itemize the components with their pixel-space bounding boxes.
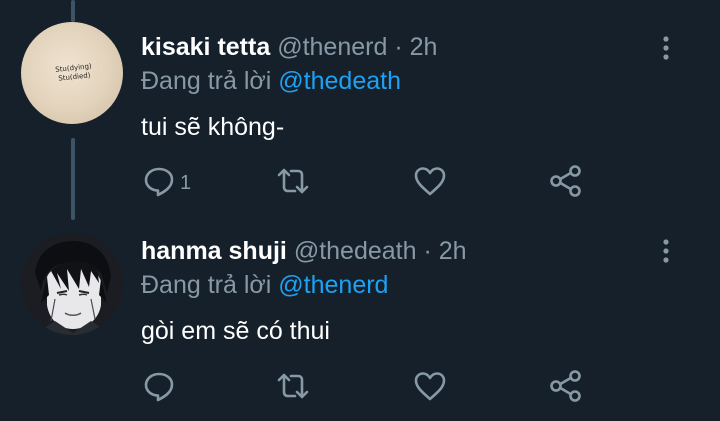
share-icon xyxy=(550,370,581,402)
separator: · xyxy=(394,33,403,61)
tweet[interactable]: Stu(dying) Stu(died) kisaki tetta @thene… xyxy=(0,0,720,215)
tweet-text: tui sẽ không- xyxy=(141,113,285,141)
replying-to: Đang trả lời @thenerd xyxy=(141,270,388,300)
retweet-icon xyxy=(277,373,309,399)
share-button[interactable] xyxy=(548,368,584,404)
like-icon xyxy=(414,372,446,401)
avatar-shirt-text: Stu(dying) Stu(died) xyxy=(50,62,98,85)
reply-icon xyxy=(144,167,174,197)
avatar[interactable]: Stu(dying) Stu(died) xyxy=(21,22,123,124)
avatar[interactable] xyxy=(21,233,123,335)
reply-count: 1 xyxy=(180,172,192,194)
tweet-header: hanma shuji @thedeath · 2h xyxy=(141,236,467,266)
handle[interactable]: @thedeath xyxy=(294,237,417,265)
separator: · xyxy=(423,237,432,265)
like-button[interactable] xyxy=(412,368,448,404)
retweet-button[interactable] xyxy=(275,163,311,199)
replying-to-label: Đang trả lời xyxy=(141,67,272,95)
retweet-icon xyxy=(277,168,309,194)
like-icon xyxy=(414,167,446,196)
reply-button[interactable] xyxy=(141,163,177,199)
handle[interactable]: @thenerd xyxy=(277,33,387,61)
more-button[interactable] xyxy=(656,238,676,264)
replying-to-label: Đang trả lời xyxy=(141,271,272,299)
tweet-text: gòi em sẽ có thui xyxy=(141,317,330,345)
mention-link[interactable]: @thedeath xyxy=(278,67,401,95)
tweet[interactable]: hanma shuji @thedeath · 2h Đang trả lời … xyxy=(0,215,720,421)
share-icon xyxy=(550,165,581,197)
avatar-illustration xyxy=(21,233,123,335)
replying-to: Đang trả lời @thedeath xyxy=(141,66,401,96)
share-button[interactable] xyxy=(548,163,584,199)
like-button[interactable] xyxy=(412,163,448,199)
reply-icon xyxy=(144,372,174,402)
timestamp[interactable]: 2h xyxy=(410,33,438,61)
timestamp[interactable]: 2h xyxy=(439,237,467,265)
display-name[interactable]: kisaki tetta xyxy=(141,33,270,61)
reply-button[interactable] xyxy=(141,368,177,404)
more-button[interactable] xyxy=(656,35,676,61)
tweet-header: kisaki tetta @thenerd · 2h xyxy=(141,32,437,62)
mention-link[interactable]: @thenerd xyxy=(278,271,388,299)
more-vertical-icon xyxy=(663,239,669,263)
retweet-button[interactable] xyxy=(275,368,311,404)
more-vertical-icon xyxy=(663,36,669,60)
display-name[interactable]: hanma shuji xyxy=(141,237,287,265)
